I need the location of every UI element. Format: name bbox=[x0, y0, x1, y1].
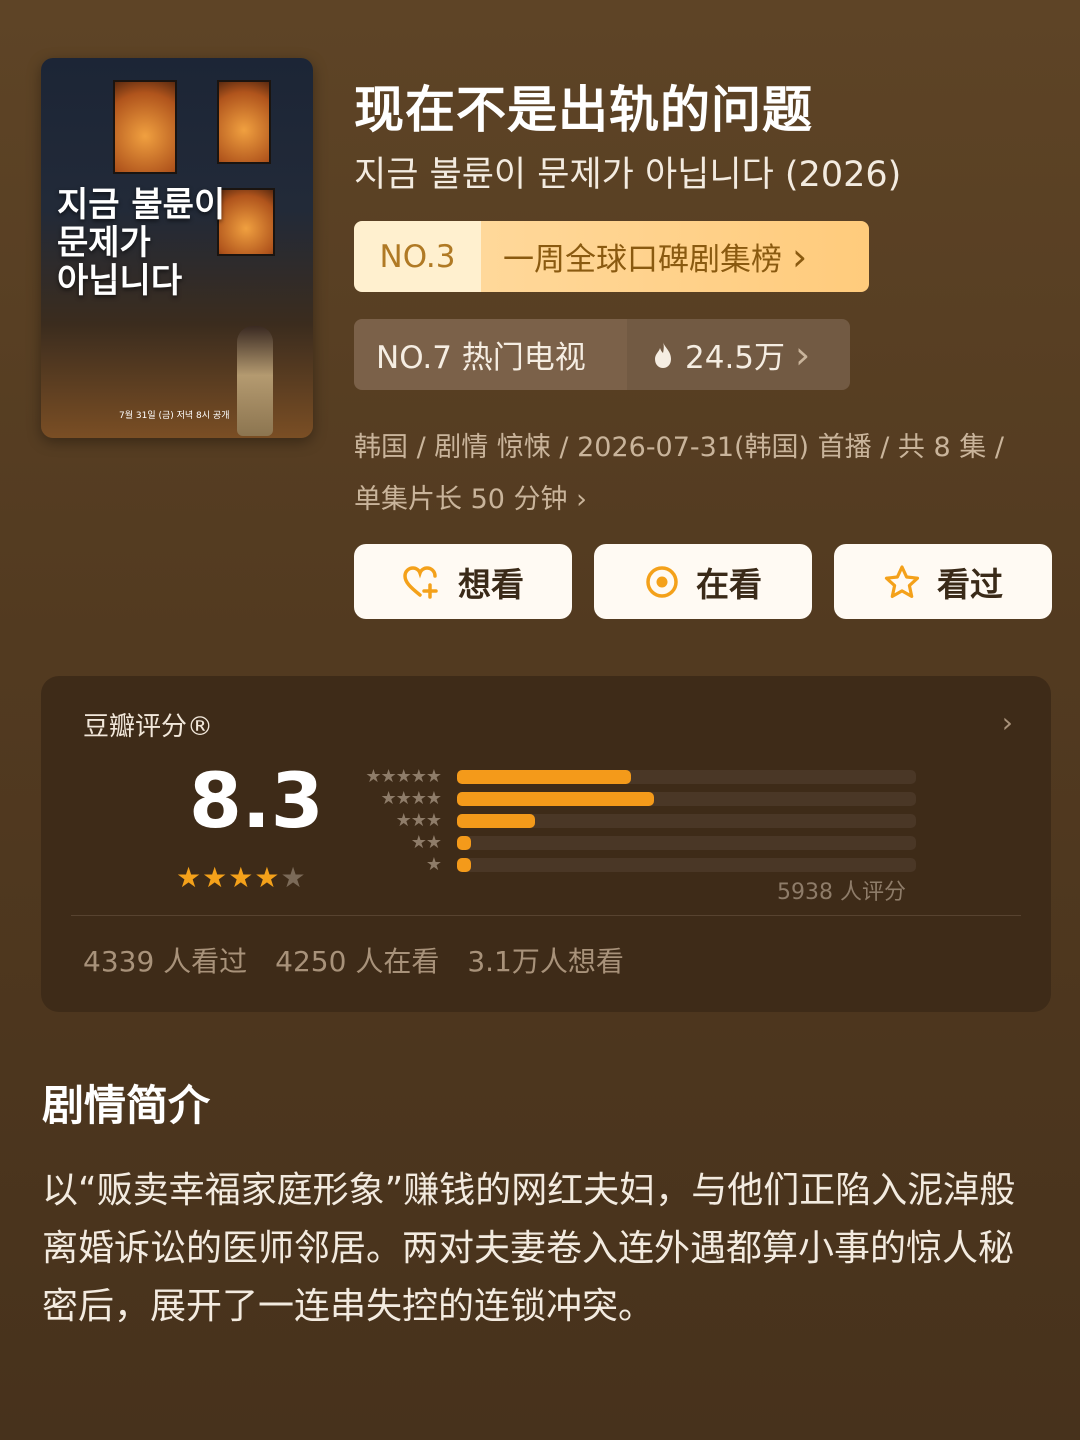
want-to-watch-button[interactable]: 想看 bbox=[354, 544, 572, 619]
meta-line-2: 单集片长 50 分钟 › bbox=[354, 484, 587, 515]
weekly-rank-badge[interactable]: NO.3 一周全球口碑剧集榜 › bbox=[354, 221, 869, 292]
rating-bar-fill bbox=[457, 791, 654, 806]
rank-label: 一周全球口碑剧集榜 bbox=[503, 242, 782, 278]
chevron-right-icon[interactable]: › bbox=[1002, 706, 1013, 739]
rating-bar-fill bbox=[457, 769, 631, 784]
rating-row-stars: ★★★★ bbox=[380, 788, 442, 809]
poster-image[interactable]: 지금 불륜이 문제가 아닙니다 7월 31일 (금) 저녁 8시 공개 bbox=[41, 58, 313, 438]
want-count: 3.1万人想看 bbox=[467, 945, 624, 978]
rating-row-stars: ★★★★★ bbox=[365, 766, 442, 787]
poster-window bbox=[217, 80, 271, 164]
star-filled-icon: ★ bbox=[176, 861, 203, 894]
rank-label-wrap: 一周全球口碑剧集榜 › bbox=[481, 221, 869, 292]
rating-header: 豆瓣评分® bbox=[83, 712, 214, 742]
poster-title: 지금 불륜이 문제가 아닙니다 bbox=[57, 185, 226, 301]
star-filled-icon: ★ bbox=[202, 861, 229, 894]
target-icon bbox=[646, 565, 678, 598]
douban-rating-card[interactable]: 豆瓣评分® › 8.3 ★★★★★ ★★★★★ ★★★★ ★★★ ★★ ★ 59… bbox=[41, 676, 1051, 1012]
rating-bar-fill bbox=[457, 857, 471, 872]
chevron-right-icon: › bbox=[792, 234, 808, 279]
rating-bar-track bbox=[457, 857, 916, 872]
chevron-right-icon: › bbox=[795, 332, 811, 377]
rating-row-stars: ★ bbox=[425, 854, 442, 875]
poster-figure bbox=[237, 326, 273, 436]
rating-row-stars: ★★★ bbox=[395, 810, 442, 831]
rating-score: 8.3 bbox=[189, 756, 324, 845]
rating-row-4: ★★★★ bbox=[341, 788, 916, 809]
watched-button[interactable]: 看过 bbox=[834, 544, 1052, 619]
star-empty-icon: ★ bbox=[280, 861, 307, 894]
rating-stars: ★★★★★ bbox=[176, 861, 307, 894]
meta-line-1: 韩国 / 剧情 惊悚 / 2026-07-31(韩国) 首播 / 共 8 集 / bbox=[354, 432, 1004, 463]
heat-value: 24.5万 bbox=[685, 340, 786, 376]
rating-row-5: ★★★★★ bbox=[341, 766, 916, 787]
watching-button[interactable]: 在看 bbox=[594, 544, 812, 619]
synopsis-text: 以“贩卖幸福家庭形象”赚钱的网红夫妇，与他们正陷入泥淖般离婚诉讼的医师邻居。两对… bbox=[42, 1170, 1016, 1327]
show-meta[interactable]: 韩国 / 剧情 惊悚 / 2026-07-31(韩国) 首播 / 共 8 集 /… bbox=[354, 422, 1054, 526]
action-buttons: 想看 在看 看过 bbox=[354, 544, 1052, 619]
star-filled-icon: ★ bbox=[228, 861, 255, 894]
flame-icon bbox=[655, 341, 671, 368]
rating-row-2: ★★ bbox=[341, 832, 916, 853]
original-title: 지금 불륜이 문제가 아닙니다 (2026) bbox=[354, 155, 902, 195]
rating-bar-track bbox=[457, 835, 916, 850]
rating-bar-fill bbox=[457, 835, 471, 850]
rating-row-1: ★ bbox=[341, 854, 916, 875]
watched-label: 看过 bbox=[937, 564, 1003, 604]
watch-stats: 4339 人看过 4250 人在看 3.1万人想看 bbox=[83, 940, 624, 980]
poster-date: 7월 31일 (금) 저녁 8시 공개 bbox=[119, 411, 230, 421]
heart-plus-icon bbox=[403, 565, 438, 599]
watched-count: 4339 人看过 bbox=[83, 945, 248, 978]
synopsis-title: 剧情简介 bbox=[42, 1081, 211, 1130]
popular-rank-badge[interactable]: NO.7 热门电视 24.5万 › bbox=[354, 319, 850, 390]
watching-count: 4250 人在看 bbox=[275, 945, 440, 978]
rating-bar-fill bbox=[457, 813, 535, 828]
popular-rank-label: NO.7 热门电视 bbox=[354, 319, 627, 390]
watching-label: 在看 bbox=[696, 564, 762, 604]
want-to-watch-label: 想看 bbox=[458, 564, 524, 604]
rating-count: 5938 人评分 bbox=[777, 880, 906, 905]
show-title: 现在不是出轨的问题 bbox=[354, 81, 813, 139]
rank-number: NO.3 bbox=[354, 221, 481, 292]
rating-row-stars: ★★ bbox=[410, 832, 442, 853]
rating-row-3: ★★★ bbox=[341, 810, 916, 831]
poster-window bbox=[113, 80, 177, 174]
divider bbox=[71, 915, 1021, 916]
star-outline-icon bbox=[884, 564, 920, 598]
heat-section: 24.5万 › bbox=[627, 319, 850, 390]
star-filled-icon: ★ bbox=[254, 861, 281, 894]
